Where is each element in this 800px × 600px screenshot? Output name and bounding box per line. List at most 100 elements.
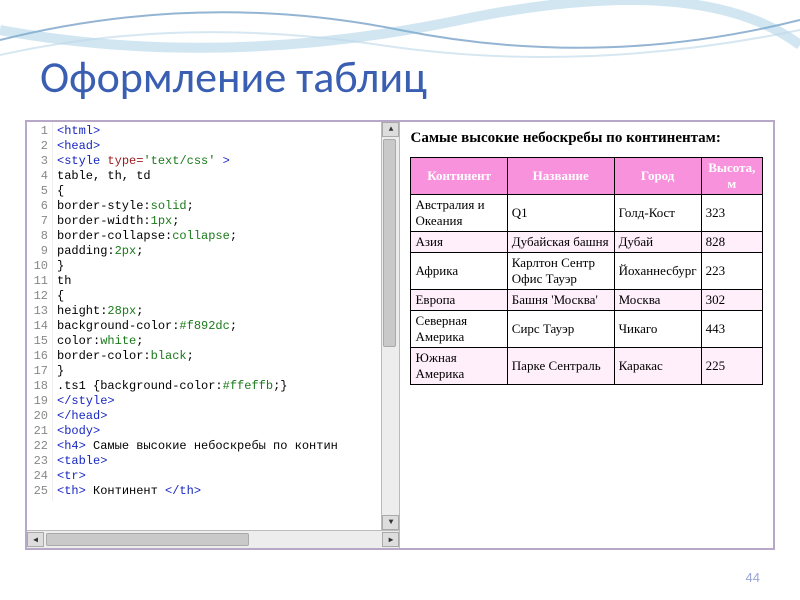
line-number: 8 — [29, 229, 48, 244]
code-line: <body> — [57, 424, 338, 439]
scroll-up-icon[interactable]: ▲ — [382, 122, 399, 137]
line-number: 3 — [29, 154, 48, 169]
table-header-cell: Город — [614, 158, 701, 195]
code-pane: 1234567891011121314151617181920212223242… — [27, 122, 400, 548]
line-number: 12 — [29, 289, 48, 304]
line-number: 1 — [29, 124, 48, 139]
line-number: 9 — [29, 244, 48, 259]
code-line: <h4> Самые высокие небоскребы по контин — [57, 439, 338, 454]
table-body: Австралия и ОкеанияQ1Голд-Кост323АзияДуб… — [411, 195, 763, 385]
scroll-left-icon[interactable]: ◀ — [27, 532, 44, 547]
code-line: </style> — [57, 394, 338, 409]
scroll-thumb[interactable] — [46, 533, 249, 546]
code-line: } — [57, 259, 338, 274]
code-line: .ts1 {background-color:#ffeffb;} — [57, 379, 338, 394]
code-line: } — [57, 364, 338, 379]
code-line: table, th, td — [57, 169, 338, 184]
code-line: height:28px; — [57, 304, 338, 319]
code-line: <tr> — [57, 469, 338, 484]
code-scroll-area[interactable]: 1234567891011121314151617181920212223242… — [27, 122, 399, 530]
table-header-cell: Название — [507, 158, 614, 195]
line-number: 14 — [29, 319, 48, 334]
table-row: Северная АмерикаСирс ТауэрЧикаго443 — [411, 311, 763, 348]
table-cell: Голд-Кост — [614, 195, 701, 232]
table-row: ЕвропаБашня 'Москва'Москва302 — [411, 290, 763, 311]
line-number: 5 — [29, 184, 48, 199]
slide: Оформление таблиц 1234567891011121314151… — [0, 0, 800, 600]
line-number: 6 — [29, 199, 48, 214]
code-line: <table> — [57, 454, 338, 469]
table-header-cell: Континент — [411, 158, 507, 195]
line-number: 22 — [29, 439, 48, 454]
skyscraper-table: КонтинентНазваниеГородВысота, м Австрали… — [410, 157, 763, 385]
table-cell: Дубай — [614, 232, 701, 253]
preview-heading: Самые высокие небоскребы по континентам: — [410, 130, 763, 147]
table-row: АзияДубайская башняДубай828 — [411, 232, 763, 253]
slide-title: Оформление таблиц — [40, 50, 427, 104]
line-number: 21 — [29, 424, 48, 439]
code-line: <html> — [57, 124, 338, 139]
table-row: АфрикаКарлтон Сентр Офис ТауэрЙоханнесбу… — [411, 253, 763, 290]
table-row: Австралия и ОкеанияQ1Голд-Кост323 — [411, 195, 763, 232]
code-line: color:white; — [57, 334, 338, 349]
code-line: border-collapse:collapse; — [57, 229, 338, 244]
slide-number: 44 — [746, 570, 760, 585]
table-cell: Европа — [411, 290, 507, 311]
table-cell: Азия — [411, 232, 507, 253]
line-number: 2 — [29, 139, 48, 154]
code-line: </head> — [57, 409, 338, 424]
table-cell: 828 — [701, 232, 762, 253]
table-cell: 443 — [701, 311, 762, 348]
scroll-right-icon[interactable]: ▶ — [382, 532, 399, 547]
table-cell: Чикаго — [614, 311, 701, 348]
line-number: 13 — [29, 304, 48, 319]
table-cell: Каракас — [614, 348, 701, 385]
table-row: Южная АмерикаПарке СентральКаракас225 — [411, 348, 763, 385]
table-cell: Африка — [411, 253, 507, 290]
line-number: 23 — [29, 454, 48, 469]
table-cell: Северная Америка — [411, 311, 507, 348]
table-cell: 302 — [701, 290, 762, 311]
line-number: 16 — [29, 349, 48, 364]
code-line: th — [57, 274, 338, 289]
table-cell: Австралия и Океания — [411, 195, 507, 232]
line-number: 17 — [29, 364, 48, 379]
line-number: 7 — [29, 214, 48, 229]
line-number: 15 — [29, 334, 48, 349]
table-cell: Q1 — [507, 195, 614, 232]
code-line: padding:2px; — [57, 244, 338, 259]
code-horizontal-scrollbar[interactable]: ◀ ▶ — [27, 530, 399, 548]
table-cell: Парке Сентраль — [507, 348, 614, 385]
table-header-cell: Высота, м — [701, 158, 762, 195]
line-number: 20 — [29, 409, 48, 424]
table-cell: Дубайская башня — [507, 232, 614, 253]
code-line: background-color:#f892dc; — [57, 319, 338, 334]
table-cell: Йоханнесбург — [614, 253, 701, 290]
code-line: border-width:1px; — [57, 214, 338, 229]
table-cell: Южная Америка — [411, 348, 507, 385]
line-number: 11 — [29, 274, 48, 289]
table-cell: Сирс Тауэр — [507, 311, 614, 348]
scroll-thumb[interactable] — [383, 139, 396, 347]
line-number: 24 — [29, 469, 48, 484]
content-frame: 1234567891011121314151617181920212223242… — [25, 120, 775, 550]
code-vertical-scrollbar[interactable]: ▲ ▼ — [381, 122, 399, 530]
preview-pane: Самые высокие небоскребы по континентам:… — [400, 122, 773, 548]
table-cell: 223 — [701, 253, 762, 290]
line-number: 19 — [29, 394, 48, 409]
line-number: 10 — [29, 259, 48, 274]
table-cell: Москва — [614, 290, 701, 311]
line-number: 25 — [29, 484, 48, 499]
table-cell: 225 — [701, 348, 762, 385]
code-line: border-color:black; — [57, 349, 338, 364]
code-line: border-style:solid; — [57, 199, 338, 214]
line-number: 18 — [29, 379, 48, 394]
scroll-down-icon[interactable]: ▼ — [382, 515, 399, 530]
table-header-row: КонтинентНазваниеГородВысота, м — [411, 158, 763, 195]
table-cell: Карлтон Сентр Офис Тауэр — [507, 253, 614, 290]
code-line: <th> Континент </th> — [57, 484, 338, 499]
code-line: { — [57, 184, 338, 199]
table-cell: 323 — [701, 195, 762, 232]
code-line: <head> — [57, 139, 338, 154]
code-line: { — [57, 289, 338, 304]
